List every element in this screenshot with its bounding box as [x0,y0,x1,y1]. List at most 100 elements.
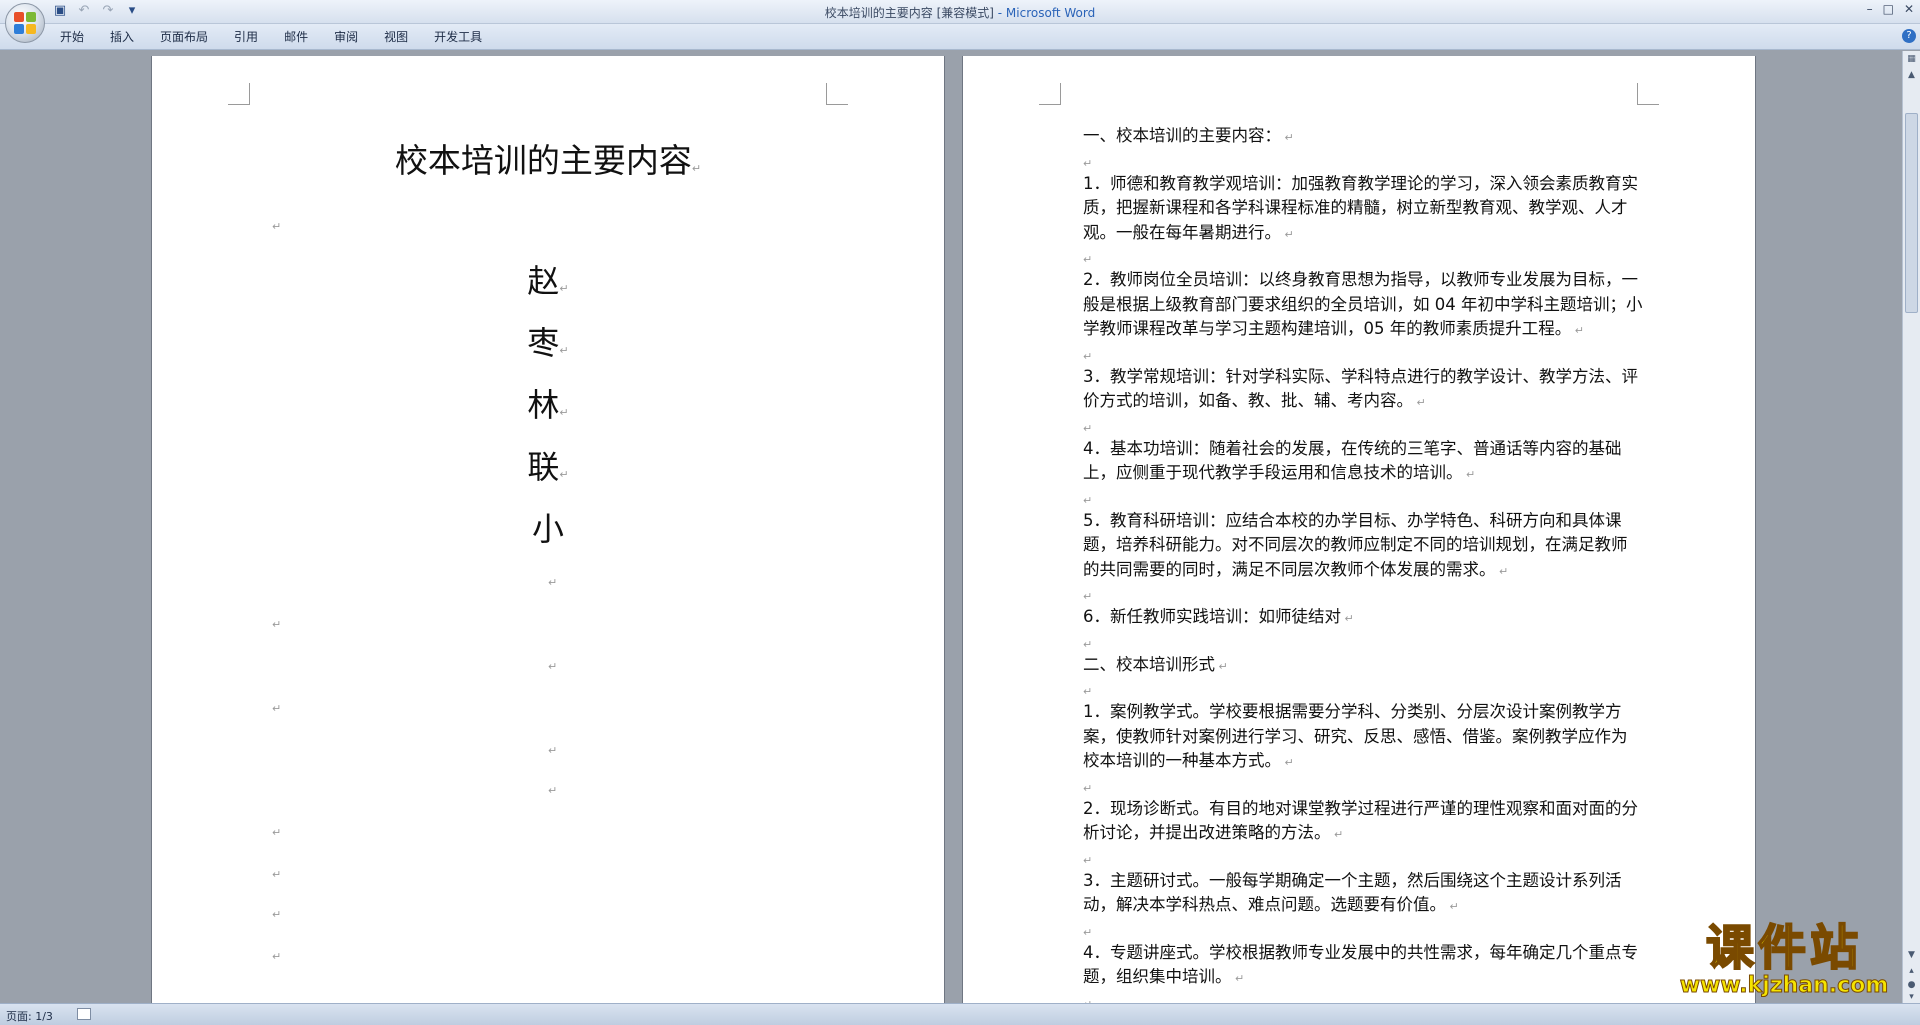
paragraph-text: 2．教师岗位全员培训：以终身教育思想为指导，以教师专业发展为目标，一般是根据上级… [1083,270,1643,338]
paragraph: 3．主题研讨式。一般每学期确定一个主题，然后围绕这个主题设计系列活动，解决本学科… [1083,869,1643,920]
status-bar: 页面: 1/3 [0,1003,1920,1025]
paragraph-mark: ↵ [1083,493,1093,507]
paragraph-mark: ↵ [1083,685,1093,698]
paragraph-mark: ↵ [272,220,282,233]
paragraph-mark: ↵ [548,744,558,757]
paragraph-text: 6．新任教师实践培训：如师徒结对 [1083,607,1341,626]
paragraph-mark: ↵ [1083,781,1093,795]
document-workspace[interactable]: 校本培训的主要内容↵ ↵ 赵↵ 枣↵ 林↵ 联↵ 小 ↵ ↵ ↵ ↵ ↵ ↵ ↵… [0,51,1902,1003]
paragraph-mark: ↵ [272,826,282,839]
paragraph-mark: ↵ [1281,131,1294,144]
tab-view[interactable]: 视图 [384,28,408,45]
paragraph-mark: ↵ [1083,637,1093,651]
paragraph-text: 1．师德和教育教学观培训：加强教育教学理论的学习，深入领会素质教育实质，把握新课… [1083,173,1638,242]
paragraph: 2．教师岗位全员培训：以终身教育思想为指导，以教师专业发展为目标，一般是根据上级… [1083,268,1643,344]
paragraph-mark: ↵ [1446,900,1459,913]
paragraph-mark: ↵ [1083,853,1093,867]
author-char: 联↵ [527,448,569,486]
paragraph-mark: ↵ [1083,253,1093,266]
office-button[interactable] [5,3,45,43]
watermark-title: 课件站 [1705,920,1862,976]
ribbon-tabs: 开始 插入 页面布局 引用 邮件 审阅 视图 开发工具 ? [0,24,1920,50]
paragraph: 1．案例教学式。学校要根据需要分学科、分类别、分层次设计案例教学方案，使教师针对… [1083,700,1643,776]
paragraph: 一、校本培训的主要内容： ↵ [1083,124,1643,151]
paragraph-text: 2．现场诊断式。有目的地对课堂教学过程进行严谨的理性观察和面对面的分析讨论，并提… [1083,798,1638,843]
paragraph-text: 二、校本培训形式 [1083,654,1215,674]
window-controls: – □ ✕ [1867,2,1914,16]
tab-page-layout[interactable]: 页面布局 [160,28,208,45]
paragraph-mark: ↵ [272,702,282,715]
paragraph-text: 4．基本功培训：随着社会的发展，在传统的三笔字、普通话等内容的基础上，应侧重于现… [1083,438,1622,483]
page-count[interactable]: 页面: 1/3 [6,1008,53,1024]
close-button[interactable]: ✕ [1904,2,1914,16]
watermark: 课件站 www.kjzhan.com [1668,920,1900,1002]
paragraph-mark: ↵ [1083,156,1093,170]
paragraph-mark: ↵ [1281,756,1294,769]
scroll-up-icon[interactable]: ▲ [1905,69,1918,82]
paragraph-mark: ↵ [1083,421,1093,435]
paragraph: 6．新任教师实践培训：如师徒结对 ↵ [1083,605,1643,632]
author-char: 林↵ [527,386,569,424]
empty-paragraph: ↵ [1083,632,1643,653]
paragraph: 4．基本功培训：随着社会的发展，在传统的三笔字、普通话等内容的基础上，应侧重于现… [1083,437,1643,488]
crop-mark [228,83,250,105]
paragraph-mark: ↵ [1330,828,1344,841]
help-icon[interactable]: ? [1902,29,1916,43]
proofing-icon[interactable] [77,1008,91,1020]
empty-paragraph: ↵ [1083,344,1643,365]
ruler-toggle-icon[interactable]: ▦ [1905,53,1918,66]
vertical-scrollbar[interactable]: ▦ ▲ ▼ ▴ ● ▾ [1902,51,1920,1003]
page-1[interactable]: 校本培训的主要内容↵ ↵ 赵↵ 枣↵ 林↵ 联↵ 小 ↵ ↵ ↵ ↵ ↵ ↵ ↵… [152,56,944,1003]
empty-paragraph: ↵ [1083,151,1643,172]
author-char: 赵↵ [527,262,569,300]
document-body[interactable]: 一、校本培训的主要内容： ↵ ↵ 1．师德和教育教学观培训：加强教育教学理论的学习… [1083,124,1643,1003]
paragraph-mark: ↵ [1495,564,1509,578]
tab-developer[interactable]: 开发工具 [434,28,482,45]
empty-paragraph: ↵ [1083,416,1643,437]
tab-home[interactable]: 开始 [60,28,84,45]
empty-paragraph: ↵ [1083,584,1643,605]
empty-paragraph: ↵ [1083,488,1643,509]
cover-title: 校本培训的主要内容↵ [394,141,702,180]
previous-page-icon[interactable]: ▴ [1905,965,1918,978]
tab-insert[interactable]: 插入 [110,28,134,45]
paragraph: 二、校本培训形式 ↵ [1083,653,1643,680]
empty-paragraph: ↵ [1083,776,1643,797]
paragraph: 2．现场诊断式。有目的地对课堂教学过程进行严谨的理性观察和面对面的分析讨论，并提… [1083,797,1643,848]
crop-mark [826,83,848,105]
paragraph-mark: ↵ [1571,324,1584,337]
empty-paragraph: ↵ [1083,920,1643,941]
paragraph: 1．师德和教育教学观培训：加强教育教学理论的学习，深入领会素质教育实质，把握新课… [1083,172,1643,248]
title-bar: ▣ ↶ ↷ ▾ 校本培训的主要内容 [兼容模式] - Microsoft Wor… [0,0,1920,24]
paragraph-mark: ↵ [1215,659,1228,673]
paragraph-mark: ↵ [1231,972,1245,985]
author-char: 枣↵ [527,324,569,362]
maximize-button[interactable]: □ [1883,2,1894,16]
crop-mark [1039,83,1061,105]
app-name: - Microsoft Word [993,6,1096,20]
scroll-thumb[interactable] [1905,113,1918,313]
paragraph-mark: ↵ [1083,925,1093,939]
empty-paragraph: ↵ [1083,247,1643,268]
empty-paragraph: ↵ [1083,679,1643,700]
crop-mark [1637,83,1659,105]
page-2[interactable]: 一、校本培训的主要内容： ↵ ↵ 1．师德和教育教学观培训：加强教育教学理论的学习… [963,56,1755,1003]
empty-paragraph: ↵ [1083,848,1643,869]
window-title: 校本培训的主要内容 [兼容模式] - Microsoft Word [0,4,1920,21]
paragraph-text: 5．教育科研培训：应结合本校的办学目标、办学特色、科研方向和具体课题，培养科研能… [1083,510,1628,579]
minimize-button[interactable]: – [1867,2,1873,16]
paragraph-mark: ↵ [1083,349,1093,363]
watermark-url: www.kjzhan.com [1679,973,1889,998]
tab-mailings[interactable]: 邮件 [284,28,308,45]
author-char: 小 [531,510,564,548]
tab-references[interactable]: 引用 [234,28,258,45]
paragraph: 3．教学常规培训：针对学科实际、学科特点进行的教学设计、教学方法、评价方式的培训… [1083,365,1643,416]
paragraph-text: 3．主题研讨式。一般每学期确定一个主题，然后围绕这个主题设计系列活动，解决本学科… [1083,870,1622,915]
office-logo-icon [14,12,36,34]
empty-paragraph: ↵ [1083,992,1643,1004]
paragraph-mark: ↵ [548,660,558,673]
scroll-down-icon[interactable]: ▼ [1905,949,1918,962]
tab-review[interactable]: 审阅 [334,28,358,45]
paragraph-mark: ↵ [272,950,282,963]
paragraph-mark: ↵ [1281,227,1294,241]
